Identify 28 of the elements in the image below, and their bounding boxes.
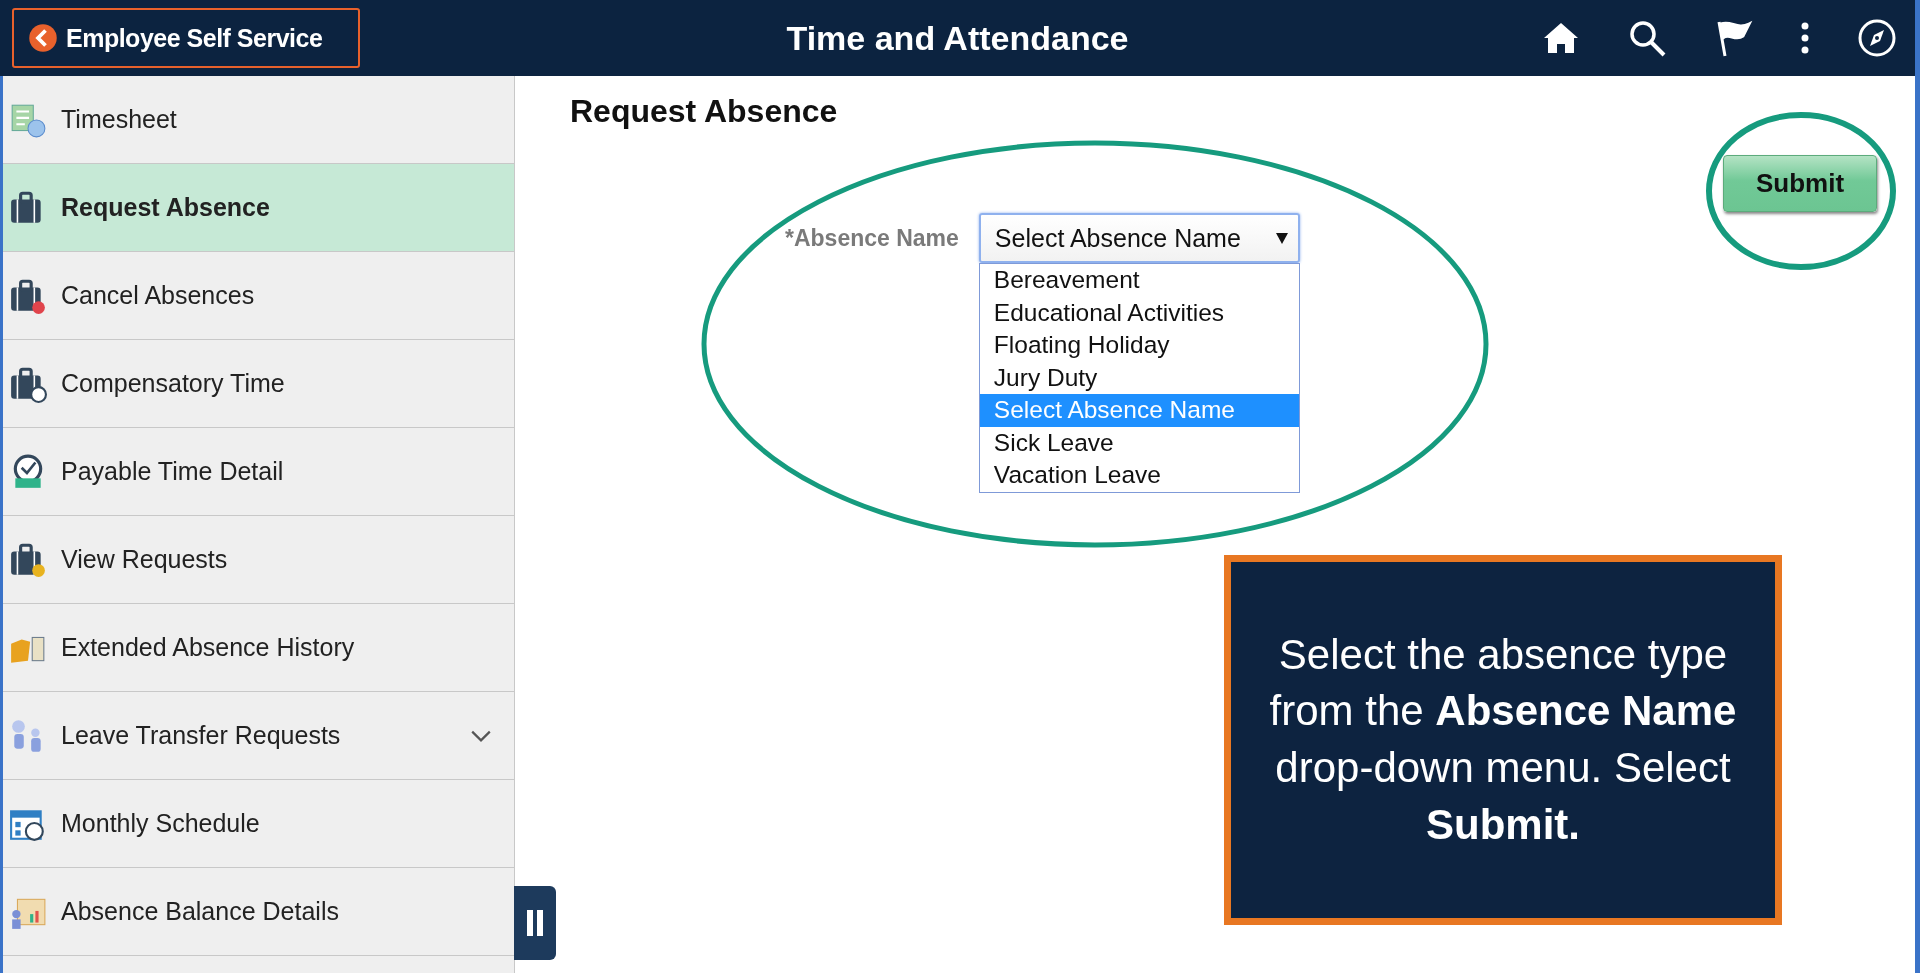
pause-icon <box>525 908 545 938</box>
page-header-title: Time and Attendance <box>786 18 1129 58</box>
page-title: Request Absence <box>570 93 838 130</box>
back-button[interactable]: Employee Self Service <box>12 8 360 68</box>
absence-name-dropdown[interactable]: Select Absence Name <box>978 213 1300 263</box>
search-icon[interactable] <box>1627 18 1667 58</box>
sidebar-item[interactable]: Absence Balance Details <box>3 868 514 956</box>
dropdown-option[interactable]: Floating Holiday <box>979 329 1299 362</box>
dropdown-option[interactable]: Educational Activities <box>979 296 1299 329</box>
collapse-handle[interactable] <box>514 886 556 960</box>
sidebar-item[interactable]: Monthly Schedule <box>3 780 514 868</box>
dropdown-option[interactable]: Jury Duty <box>979 361 1299 394</box>
dropdown-option[interactable]: Vacation Leave <box>979 459 1299 492</box>
sidebar-item[interactable]: Cancel Absences <box>3 252 514 340</box>
sidebar-item[interactable]: Payable Time Detail <box>3 428 514 516</box>
sidebar-item[interactable]: Compensatory Time <box>3 340 514 428</box>
compass-icon[interactable] <box>1857 18 1897 58</box>
callout-text: Select the absence type from the Absence Name drop-down menu. Select Submit. <box>1268 629 1738 850</box>
submit-button[interactable]: Submit <box>1723 155 1877 212</box>
dropdown-option[interactable]: Sick Leave <box>979 426 1299 459</box>
sidebar-item[interactable]: Request Absence <box>3 164 514 252</box>
sidebar-item[interactable]: View Requests <box>3 516 514 604</box>
field-label: *Absence Name <box>785 224 959 252</box>
sidebar-item[interactable]: Leave Transfer Requests <box>3 692 514 780</box>
sidebar-item[interactable]: Extended Absence History <box>3 604 514 692</box>
dropdown-arrow-icon <box>1275 232 1288 244</box>
dropdown-option[interactable]: Bereavement <box>979 264 1299 297</box>
chevron-down-icon[interactable] <box>470 728 492 743</box>
